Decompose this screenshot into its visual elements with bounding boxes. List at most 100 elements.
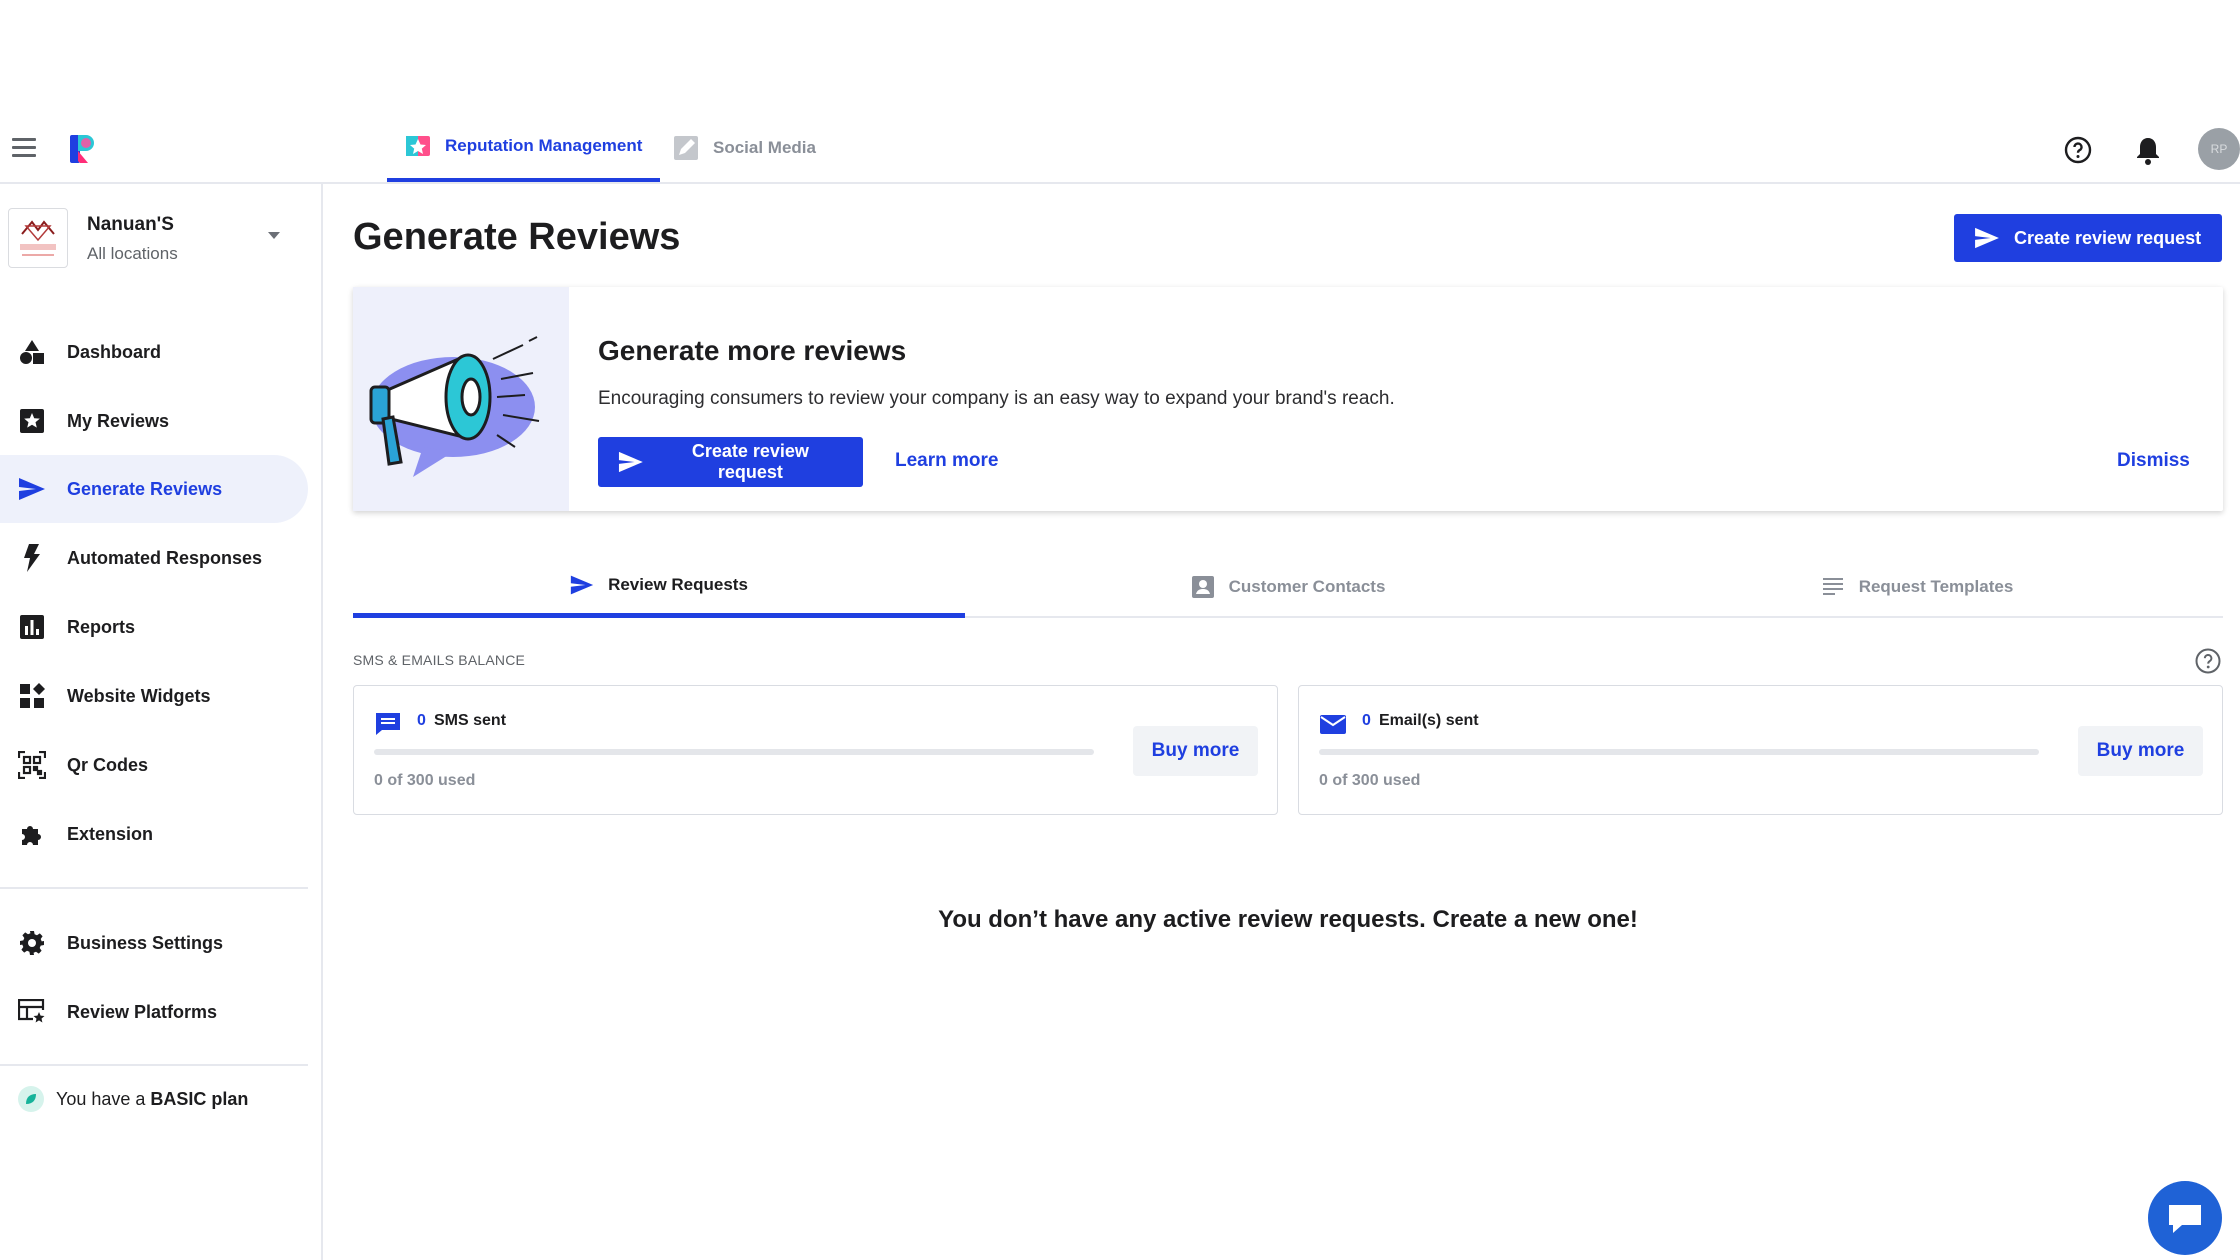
- tab-request-templates[interactable]: Request Templates: [1611, 556, 2223, 618]
- sidebar-item-label: My Reviews: [67, 410, 170, 431]
- email-progress-bar: [1319, 749, 2039, 755]
- sidebar-item-review-platforms[interactable]: Review Platforms: [0, 978, 308, 1046]
- sidebar-item-label: Generate Reviews: [67, 478, 223, 499]
- tab-label: Reputation Management: [445, 136, 643, 155]
- email-buy-more-button[interactable]: Buy more: [2078, 726, 2203, 776]
- sidebar-item-label: Review Platforms: [67, 1001, 218, 1022]
- bolt-icon: [18, 544, 46, 572]
- send-icon: [618, 451, 643, 473]
- message-icon: [376, 713, 400, 735]
- megaphone-icon: [369, 336, 540, 477]
- chevron-down-icon[interactable]: [268, 232, 280, 239]
- menu-icon[interactable]: [12, 138, 36, 158]
- sidebar-item-label: Automated Responses: [67, 547, 263, 568]
- leaf-icon: [18, 1086, 44, 1112]
- button-label: Create review request: [2014, 227, 2202, 248]
- page-title: Generate Reviews: [353, 216, 681, 258]
- email-label: Email(s) sent: [1379, 712, 1479, 729]
- megaphone-illustration: [353, 287, 569, 511]
- tab-label: Customer Contacts: [1228, 577, 1386, 596]
- tab-label: Request Templates: [1858, 577, 2014, 596]
- plan-name: BASIC plan: [150, 1088, 249, 1109]
- sidebar-item-label: Website Widgets: [67, 685, 211, 706]
- sidebar-item-website-widgets[interactable]: Website Widgets: [0, 662, 308, 730]
- tab-label: Review Requests: [608, 574, 748, 594]
- plan-text: You have a BASIC plan: [56, 1089, 248, 1110]
- tab-reputation-management[interactable]: Reputation Management: [387, 114, 661, 182]
- bar-chart-icon: [18, 613, 46, 641]
- app-logo-icon[interactable]: [68, 133, 98, 165]
- sidebar-item-generate-reviews[interactable]: Generate Reviews: [0, 455, 308, 523]
- email-balance-card: 0 Email(s) sent 0 of 300 used Buy more: [1298, 685, 2223, 815]
- learn-more-link[interactable]: Learn more: [895, 450, 998, 472]
- help-icon[interactable]: [2064, 136, 2092, 164]
- empty-state-message: You don’t have any active review request…: [938, 906, 1638, 933]
- sidebar-item-label: Extension: [67, 823, 154, 844]
- banner-title: Generate more reviews: [598, 335, 907, 366]
- gear-icon: [18, 929, 46, 957]
- business-selector[interactable]: Nanuan'S All locations: [8, 208, 308, 270]
- help-icon[interactable]: [2195, 648, 2221, 674]
- table-star-icon: [18, 998, 46, 1026]
- sms-used: 0 of 300 used: [374, 772, 476, 789]
- sidebar-item-label: Business Settings: [67, 932, 224, 953]
- plan-indicator[interactable]: You have a BASIC plan: [18, 1086, 248, 1112]
- create-review-request-button[interactable]: Create review request: [1954, 214, 2222, 262]
- star-flag-icon: [406, 136, 430, 156]
- balance-label: SMS & EMAILS BALANCE: [353, 652, 526, 668]
- sidebar-divider: [0, 1064, 308, 1066]
- sidebar-item-reports[interactable]: Reports: [0, 593, 308, 661]
- main-content: Generate Reviews Create review request G…: [353, 184, 2223, 1260]
- sidebar-item-label: Qr Codes: [67, 754, 149, 775]
- plan-prefix: You have a: [56, 1088, 151, 1109]
- business-name: Nanuan'S: [87, 214, 174, 235]
- sidebar: Nanuan'S All locations Dashboard My Revi…: [0, 184, 323, 1260]
- sidebar-divider: [0, 887, 308, 889]
- widgets-icon: [18, 682, 46, 710]
- promo-banner: Generate more reviews Encouraging consum…: [353, 287, 2223, 511]
- envelope-icon: [1320, 715, 1346, 734]
- email-used: 0 of 300 used: [1319, 772, 1421, 789]
- star-box-icon: [18, 407, 46, 435]
- sidebar-item-label: Dashboard: [67, 341, 162, 362]
- qr-code-icon: [18, 751, 46, 779]
- lines-icon: [1822, 578, 1843, 595]
- sms-buy-more-button[interactable]: Buy more: [1133, 726, 1258, 776]
- puzzle-icon: [18, 820, 46, 848]
- contact-card-icon: [1191, 576, 1214, 598]
- business-logo: [8, 208, 68, 268]
- sms-progress-bar: [374, 749, 1094, 755]
- sms-count: 0: [417, 712, 426, 729]
- tab-review-requests[interactable]: Review Requests: [353, 556, 965, 618]
- bell-icon[interactable]: [2134, 135, 2162, 165]
- chat-icon: [2169, 1205, 2201, 1233]
- dismiss-link[interactable]: Dismiss: [2117, 450, 2190, 472]
- button-label: Create review request: [691, 441, 809, 482]
- edit-icon: [674, 136, 698, 160]
- sidebar-item-extension[interactable]: Extension: [0, 800, 308, 868]
- top-bar: Reputation Management Social Media RP: [0, 114, 2240, 184]
- banner-create-review-request-button[interactable]: Create review request: [598, 437, 863, 487]
- tab-label: Social Media: [713, 138, 816, 157]
- chat-launcher-button[interactable]: [2148, 1181, 2222, 1255]
- send-icon: [18, 475, 46, 503]
- sidebar-item-business-settings[interactable]: Business Settings: [0, 909, 308, 977]
- avatar[interactable]: RP: [2198, 128, 2240, 170]
- sms-balance-card: 0 SMS sent 0 of 300 used Buy more: [353, 685, 1278, 815]
- content-tabs: Review Requests Customer Contacts Reques…: [353, 556, 2223, 618]
- business-locations: All locations: [87, 244, 178, 263]
- sms-label: SMS sent: [434, 712, 507, 729]
- banner-text: Encouraging consumers to review your com…: [598, 388, 1395, 409]
- sidebar-item-dashboard[interactable]: Dashboard: [0, 318, 308, 386]
- email-count: 0: [1362, 712, 1371, 729]
- sidebar-item-qr-codes[interactable]: Qr Codes: [0, 731, 308, 799]
- business-logo-icon: [20, 220, 56, 256]
- sidebar-item-automated-responses[interactable]: Automated Responses: [0, 524, 308, 592]
- sidebar-item-label: Reports: [67, 616, 136, 637]
- send-icon: [570, 575, 594, 594]
- send-icon: [1975, 227, 1999, 249]
- tab-customer-contacts[interactable]: Customer Contacts: [982, 556, 1594, 618]
- tab-social-media[interactable]: Social Media: [655, 114, 834, 182]
- shapes-icon: [18, 338, 46, 366]
- sidebar-item-my-reviews[interactable]: My Reviews: [0, 387, 308, 455]
